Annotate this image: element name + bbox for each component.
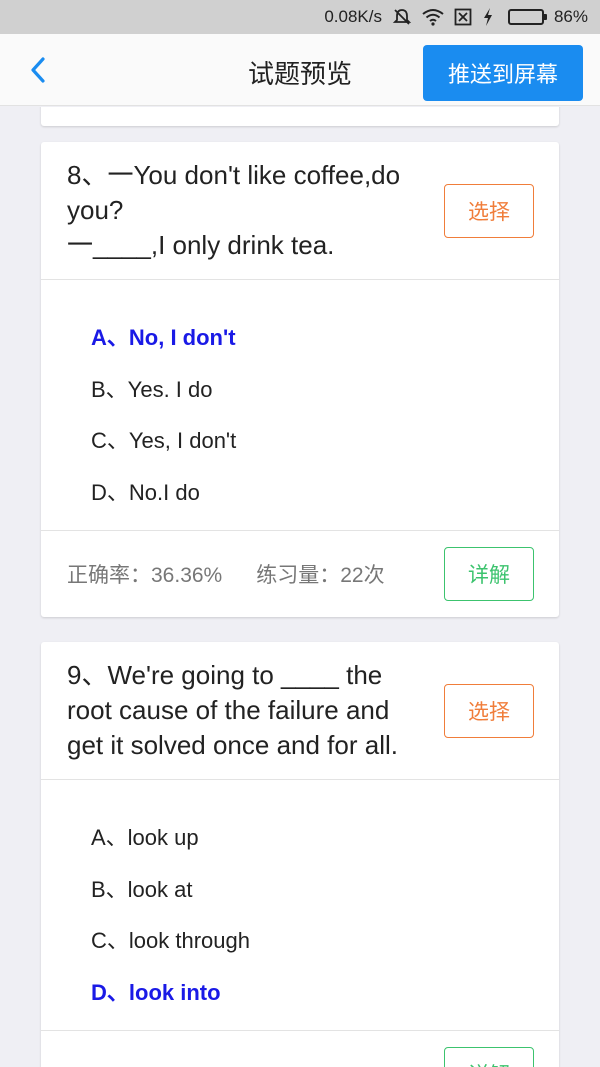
select-button[interactable]: 选择 (444, 684, 534, 738)
option-c[interactable]: C、look through (91, 915, 559, 967)
question-stats: 详解 (41, 1031, 559, 1067)
chevron-left-icon (31, 57, 45, 83)
battery-percent: 86% (553, 7, 588, 26)
detail-button[interactable]: 详解 (444, 547, 534, 602)
question-stats: 正确率：36.36% 练习量：22次 详解 (41, 531, 559, 617)
option-d[interactable]: D、No.I do (91, 467, 559, 519)
question-card: 9、We're going to ____ the root cause of … (41, 642, 559, 1067)
question-list[interactable]: 8、一You don't like coffee,do you? 一____,I… (0, 107, 600, 1067)
status-bar: 0.08K/s 86% (0, 0, 600, 34)
question-text: 9、We're going to ____ the root cause of … (67, 660, 398, 760)
battery-icon (504, 9, 547, 25)
nav-bar: 试题预览 推送到屏幕 (0, 34, 600, 106)
option-a[interactable]: A、look up (91, 812, 559, 864)
network-speed: 0.08K/s (324, 7, 382, 26)
select-button[interactable]: 选择 (444, 184, 534, 238)
question-card: 8、一You don't like coffee,do you? 一____,I… (41, 142, 559, 618)
previous-question-card (41, 107, 559, 126)
push-to-screen-button[interactable]: 推送到屏幕 (423, 45, 583, 101)
option-b[interactable]: B、look at (91, 864, 559, 916)
sim-icon (454, 8, 472, 26)
option-list: A、No, I don't B、Yes. I do C、Yes, I don't… (41, 280, 559, 532)
detail-button[interactable]: 详解 (444, 1047, 534, 1067)
option-a[interactable]: A、No, I don't (91, 312, 559, 364)
question-text: 8、一You don't like coffee,do you? 一____,I… (67, 160, 401, 260)
option-c[interactable]: C、Yes, I don't (91, 415, 559, 467)
option-list: A、look up B、look at C、look through D、loo… (41, 780, 559, 1032)
option-b[interactable]: B、Yes. I do (91, 364, 559, 416)
option-d[interactable]: D、look into (91, 967, 559, 1019)
wifi-icon (422, 8, 444, 26)
back-button[interactable] (20, 52, 56, 88)
accuracy-rate: 正确率：36.36% (67, 564, 223, 588)
practice-count: 练习量：22次 (256, 564, 385, 588)
charging-icon (482, 7, 494, 27)
mute-icon (392, 7, 412, 27)
